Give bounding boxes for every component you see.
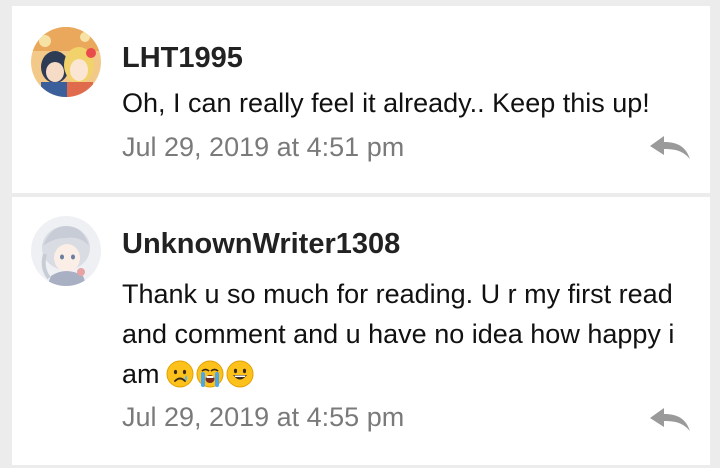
loudly-crying-face-emoji-icon (196, 360, 224, 388)
anime-avatar-icon (31, 216, 101, 286)
anime-avatar-icon (31, 27, 101, 97)
comment-card: LHT1995 Oh, I can really feel it already… (12, 6, 710, 193)
emoji-group (166, 360, 254, 388)
reply-arrow-icon (650, 408, 690, 431)
comment-card: UnknownWriter1308 Thank u so much for re… (12, 197, 710, 465)
comment-timestamp: Jul 29, 2019 at 4:55 pm (122, 402, 405, 432)
user-avatar[interactable] (31, 216, 101, 286)
comment-username[interactable]: UnknownWriter1308 (122, 228, 400, 261)
comment-timestamp: Jul 29, 2019 at 4:51 pm (122, 132, 405, 162)
user-avatar[interactable] (31, 27, 101, 97)
reply-arrow-icon (650, 136, 690, 159)
comment-username[interactable]: LHT1995 (122, 42, 243, 75)
comment-text: Thank u so much for reading. U r my firs… (122, 274, 702, 394)
reply-button[interactable] (648, 133, 692, 163)
reply-button[interactable] (648, 405, 692, 435)
grinning-face-emoji-icon (226, 360, 254, 388)
crying-face-emoji-icon (166, 360, 194, 388)
comment-text: Oh, I can really feel it already.. Keep … (122, 88, 650, 118)
